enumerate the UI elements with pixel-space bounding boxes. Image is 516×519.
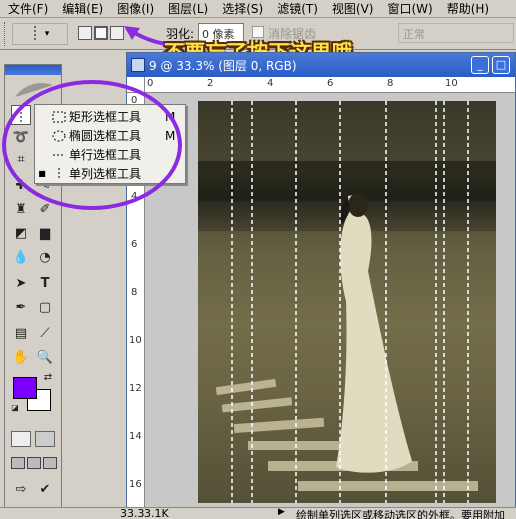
imageready-icon: ⇨ xyxy=(15,481,27,497)
minimize-button[interactable]: _ xyxy=(471,56,489,74)
pen-icon: ✒ xyxy=(15,299,27,315)
path-selection-tool[interactable]: ➤ xyxy=(11,273,31,293)
type-icon: T xyxy=(40,275,50,291)
ruler-left-label: 12 xyxy=(129,383,142,394)
shape-icon: ▢ xyxy=(38,299,52,315)
hand-tool[interactable]: ✋ xyxy=(11,347,31,367)
new-selection-button[interactable] xyxy=(78,26,92,40)
swap-colors-icon[interactable]: ⇄ xyxy=(41,371,55,383)
tool-preset-picker[interactable]: ▾ xyxy=(12,23,68,45)
quick-mask-button[interactable] xyxy=(35,431,55,447)
photo-canvas[interactable] xyxy=(198,101,496,503)
ruler-left-label: 16 xyxy=(129,479,142,490)
status-arrow-icon[interactable]: ▶ xyxy=(278,508,285,517)
single-column-marquee-icon xyxy=(34,26,36,42)
menu-window[interactable]: 窗口(W) xyxy=(387,0,432,17)
ruler-top-label: 8 xyxy=(387,78,394,89)
document-titlebar[interactable]: 9 @ 33.3% (图层 0, RGB) _ □ xyxy=(127,53,515,77)
jump-to-imageready-button[interactable]: ⇨ xyxy=(11,479,31,499)
blur-tool[interactable]: 💧 xyxy=(11,247,31,267)
menu-select[interactable]: 选择(S) xyxy=(222,0,263,17)
type-tool[interactable]: T xyxy=(35,273,55,293)
menu-image[interactable]: 图像(I) xyxy=(117,0,154,17)
arrow-pointer-icon: ➤ xyxy=(15,275,27,291)
foreground-color-swatch[interactable] xyxy=(13,377,37,399)
ruler-left-label: 10 xyxy=(129,335,142,346)
status-bar: 33.3 3.1K ▶ 绘制单列选区或移动选区的外框。要用附加 xyxy=(0,507,516,519)
menu-file[interactable]: 文件(F) xyxy=(8,0,48,17)
eyedropper-tool[interactable]: ⟋ xyxy=(35,323,55,343)
ruler-top-label: 2 xyxy=(207,78,214,89)
zoom-tool[interactable]: 🔍 xyxy=(35,347,55,367)
maximize-button[interactable]: □ xyxy=(492,56,510,74)
checkmark-icon: ✔ xyxy=(39,481,51,497)
hand-icon: ✋ xyxy=(12,349,30,365)
history-brush-icon: ✐ xyxy=(39,201,51,217)
notes-tool[interactable]: ▤ xyxy=(11,323,31,343)
toolbox-header[interactable] xyxy=(5,65,61,75)
ruler-top-label: 10 xyxy=(445,78,458,89)
style-select[interactable]: 正常 xyxy=(398,23,514,43)
document-title: 9 @ 33.3% (图层 0, RGB) xyxy=(149,58,297,73)
ruler-top-label: 4 xyxy=(267,78,274,89)
clone-stamp-tool[interactable]: ♜ xyxy=(11,199,31,219)
stamp-icon: ♜ xyxy=(15,201,27,217)
checkmark-button[interactable]: ✔ xyxy=(35,479,55,499)
standard-screen-button[interactable] xyxy=(11,457,25,469)
annotation-circle xyxy=(2,80,182,210)
canvas-area[interactable] xyxy=(145,93,515,517)
add-to-selection-button[interactable] xyxy=(94,26,108,40)
status-hint: 绘制单列选区或移动选区的外框。要用附加 xyxy=(296,509,505,519)
ruler-left-label: 6 xyxy=(131,239,138,250)
gradient-icon: ▆ xyxy=(40,225,50,241)
dodge-tool[interactable]: ◔ xyxy=(35,247,55,267)
ruler-left-label: 14 xyxy=(129,431,142,442)
full-screen-button[interactable] xyxy=(43,457,57,469)
chevron-down-icon: ▾ xyxy=(44,29,50,39)
notes-icon: ▤ xyxy=(14,325,28,341)
eraser-icon: ◩ xyxy=(14,225,28,241)
eyedropper-icon: ⟋ xyxy=(40,325,50,341)
standard-mode-button[interactable] xyxy=(11,431,31,447)
photo-illustration xyxy=(198,101,496,503)
ruler-top[interactable]: 0 2 4 6 8 10 xyxy=(145,77,515,93)
menu-bar: 文件(F) 编辑(E) 图像(I) 图层(L) 选择(S) 滤镜(T) 视图(V… xyxy=(0,0,516,18)
menu-help[interactable]: 帮助(H) xyxy=(447,0,489,17)
magnifier-icon: 🔍 xyxy=(36,349,54,365)
options-grip[interactable] xyxy=(4,22,7,46)
menu-view[interactable]: 视图(V) xyxy=(332,0,374,17)
document-size: 3.1K xyxy=(144,507,169,519)
zoom-level[interactable]: 33.3 xyxy=(120,508,145,519)
ruler-top-label: 0 xyxy=(147,78,154,89)
menu-filter[interactable]: 滤镜(T) xyxy=(277,0,318,17)
pen-tool[interactable]: ✒ xyxy=(11,297,31,317)
ruler-left-label: 8 xyxy=(131,287,138,298)
ruler-top-label: 6 xyxy=(327,78,334,89)
menu-edit[interactable]: 编辑(E) xyxy=(62,0,103,17)
default-colors-icon[interactable]: ◪ xyxy=(9,401,21,413)
shape-tool[interactable]: ▢ xyxy=(35,297,55,317)
gradient-tool[interactable]: ▆ xyxy=(35,223,55,243)
full-screen-menu-button[interactable] xyxy=(27,457,41,469)
document-icon xyxy=(131,58,145,72)
drop-icon: 💧 xyxy=(12,249,30,265)
menu-layer[interactable]: 图层(L) xyxy=(168,0,208,17)
eraser-tool[interactable]: ◩ xyxy=(11,223,31,243)
dodge-icon: ◔ xyxy=(39,249,51,265)
